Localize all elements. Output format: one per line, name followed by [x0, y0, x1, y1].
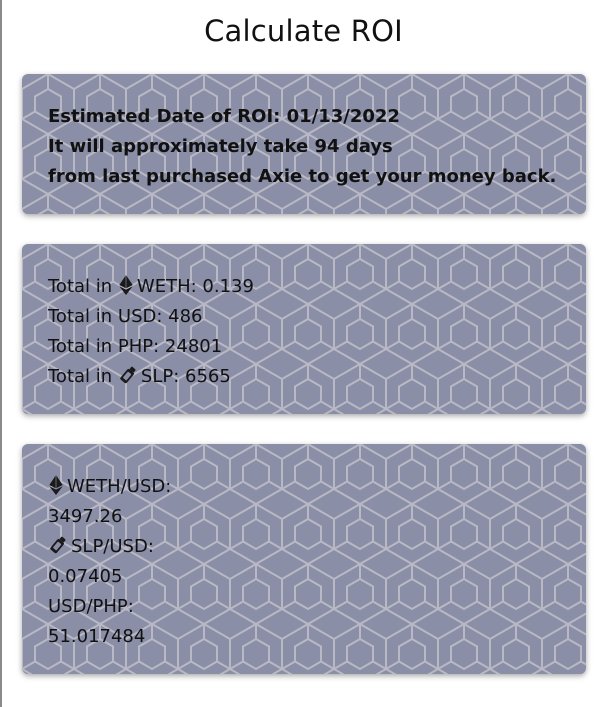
total-slp-prefix: Total in [48, 366, 113, 387]
slp-potion-icon [48, 535, 68, 555]
total-weth-prefix: Total in [48, 276, 113, 297]
total-slp-value: SLP: 6565 [140, 366, 231, 387]
slp-potion-icon [118, 365, 138, 385]
totals-card: Total in WETH: 0.139 Total in USD: 486 T… [22, 244, 586, 414]
slp-usd-label: SLP/USD: [71, 536, 154, 557]
ethereum-icon [118, 275, 134, 295]
slp-usd-label-row: SLP/USD: [48, 532, 586, 562]
usd-php-label: USD/PHP: [48, 596, 134, 617]
total-weth-row: Total in WETH: 0.139 [48, 272, 586, 302]
total-slp-row: Total in SLP: 6565 [48, 362, 586, 392]
total-usd-row: Total in USD: 486 [48, 306, 203, 327]
total-php-row: Total in PHP: 24801 [48, 336, 223, 357]
weth-usd-value: 3497.26 [48, 506, 123, 527]
total-weth-value: WETH: 0.139 [136, 276, 254, 297]
usd-php-value: 51.017484 [48, 626, 146, 647]
weth-usd-label: WETH/USD: [67, 476, 172, 497]
exchange-rates-card: WETH/USD: 3497.26 SLP/USD: 0.07405 USD/P… [22, 444, 586, 674]
roi-description-text: from last purchased Axie to get your mon… [48, 166, 557, 187]
slp-usd-value: 0.07405 [48, 566, 123, 587]
weth-usd-label-row: WETH/USD: [48, 472, 586, 502]
ethereum-icon [48, 475, 64, 495]
roi-date-text: Estimated Date of ROI: 01/13/2022 [48, 106, 400, 127]
roi-days-text: It will approximately take 94 days [48, 136, 393, 157]
roi-estimate-card: Estimated Date of ROI: 01/13/2022 It wil… [22, 74, 586, 214]
roi-calculator-page: Calculate ROI Estimated Date of ROI: 01/… [0, 0, 603, 707]
page-title: Calculate ROI [204, 14, 403, 48]
